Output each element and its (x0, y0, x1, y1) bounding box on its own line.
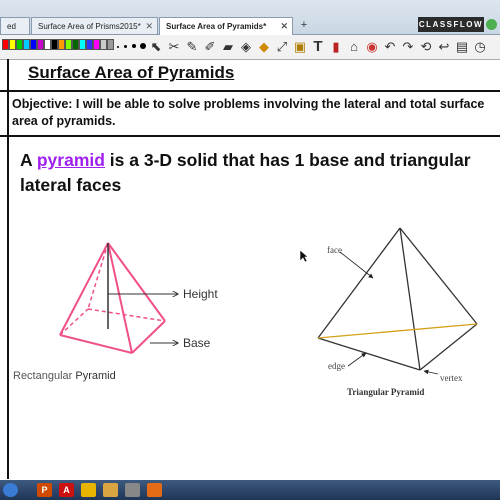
color-swatch[interactable] (16, 39, 23, 50)
color-swatch[interactable] (51, 39, 58, 50)
edge-pointer (347, 352, 367, 367)
pyramid-link[interactable]: pyramid (37, 150, 105, 170)
powerpoint-icon[interactable]: P (37, 483, 52, 497)
color-swatch[interactable] (9, 39, 16, 50)
page-title: Surface Area of Pyramids (28, 63, 235, 82)
edge-label: edge (328, 361, 345, 371)
pen-icon[interactable]: ✎ (184, 38, 200, 56)
hidden-base-edge (317, 323, 478, 339)
start-icon[interactable] (3, 483, 18, 497)
chrome-icon[interactable] (81, 483, 96, 497)
highlighter-icon[interactable]: ✐ (202, 38, 218, 56)
redo-icon[interactable]: ↷ (400, 38, 416, 56)
close-icon[interactable]: ✕ (145, 18, 153, 34)
classflow-logo[interactable]: CLASSFLOW (418, 17, 484, 32)
connector-icon[interactable]: ⤢ (274, 38, 290, 56)
triangular-pyramid-caption: Triangular Pyramid (347, 387, 425, 397)
back-icon[interactable]: ↩ (436, 38, 452, 56)
tab-label: ed (7, 22, 16, 31)
folder-icon[interactable] (103, 483, 118, 497)
color-swatch[interactable] (93, 39, 100, 50)
spotlight-icon[interactable]: ◉ (364, 38, 380, 56)
height-label: Height (183, 287, 218, 301)
base-label: Base (183, 336, 211, 350)
color-swatch[interactable] (2, 39, 9, 50)
tab-label: Surface Area of Prisms2015* (38, 22, 141, 31)
pen-size-medium[interactable] (124, 45, 127, 48)
hidden-edges (59, 242, 166, 336)
objective-text: Objective: I will be able to solve probl… (12, 97, 485, 128)
taskbar (0, 480, 500, 500)
color-swatch[interactable] (65, 39, 72, 50)
color-swatch[interactable] (58, 39, 65, 50)
pyramid-edges (59, 242, 166, 354)
clock-icon[interactable]: ◷ (472, 38, 488, 56)
new-tab-button[interactable]: + (296, 19, 312, 33)
tab-previous-document[interactable]: ed (0, 17, 30, 34)
vertex-label: vertex (440, 373, 463, 383)
select-icon[interactable]: ⬉ (148, 38, 164, 56)
activinspire-icon[interactable] (147, 483, 162, 497)
title-divider (0, 90, 500, 92)
print-icon[interactable]: ▤ (454, 38, 470, 56)
vertex-pointer (423, 369, 439, 375)
shape-icon[interactable]: ◆ (256, 38, 272, 56)
color-swatch[interactable] (100, 39, 107, 50)
definition-text: A pyramid is a 3-D solid that has 1 base… (20, 148, 490, 198)
reset-icon[interactable]: ⟲ (418, 38, 434, 56)
color-swatch[interactable] (23, 39, 30, 50)
definition-prefix: A (20, 150, 37, 170)
color-swatch[interactable] (30, 39, 37, 50)
classflow-status-icon[interactable] (486, 19, 497, 30)
fill-icon[interactable]: ◈ (238, 38, 254, 56)
marker-icon[interactable]: ▮ (328, 38, 344, 56)
rectangular-pyramid-caption: Rectangular Pyramid (13, 370, 116, 382)
color-swatch[interactable] (107, 39, 114, 50)
tools-icon[interactable]: ✂ (166, 38, 182, 56)
media-icon[interactable]: ▣ (292, 38, 308, 56)
mouse-cursor-icon (299, 249, 309, 263)
face-pointer (339, 251, 374, 279)
tab-label: Surface Area of Pyramids* (166, 22, 267, 31)
color-swatch[interactable] (44, 39, 51, 50)
color-swatch[interactable] (37, 39, 44, 50)
tab-surface-area-prisms[interactable]: Surface Area of Prisms2015* ✕ (31, 17, 158, 34)
color-swatch[interactable] (86, 39, 93, 50)
undo-icon[interactable]: ↶ (382, 38, 398, 56)
stamp-icon[interactable]: ⌂ (346, 38, 362, 56)
tab-surface-area-pyramids[interactable]: Surface Area of Pyramids* ✕ (159, 17, 293, 35)
objective-divider (0, 135, 500, 137)
color-swatch[interactable] (72, 39, 79, 50)
media-icon[interactable] (125, 483, 140, 497)
pen-size-small[interactable] (117, 46, 119, 48)
close-icon[interactable]: ✕ (280, 18, 288, 35)
text-icon[interactable]: T (310, 38, 326, 56)
pen-size-large[interactable] (132, 44, 136, 48)
color-swatch[interactable] (79, 39, 86, 50)
caption-prefix: Rectangular (13, 370, 76, 382)
caption-bold: Pyramid (75, 370, 116, 382)
acrobat-icon[interactable]: A (59, 483, 74, 497)
face-label: face (327, 245, 342, 255)
pen-size-xlarge[interactable] (140, 43, 146, 49)
eraser-icon[interactable]: ▰ (220, 38, 236, 56)
